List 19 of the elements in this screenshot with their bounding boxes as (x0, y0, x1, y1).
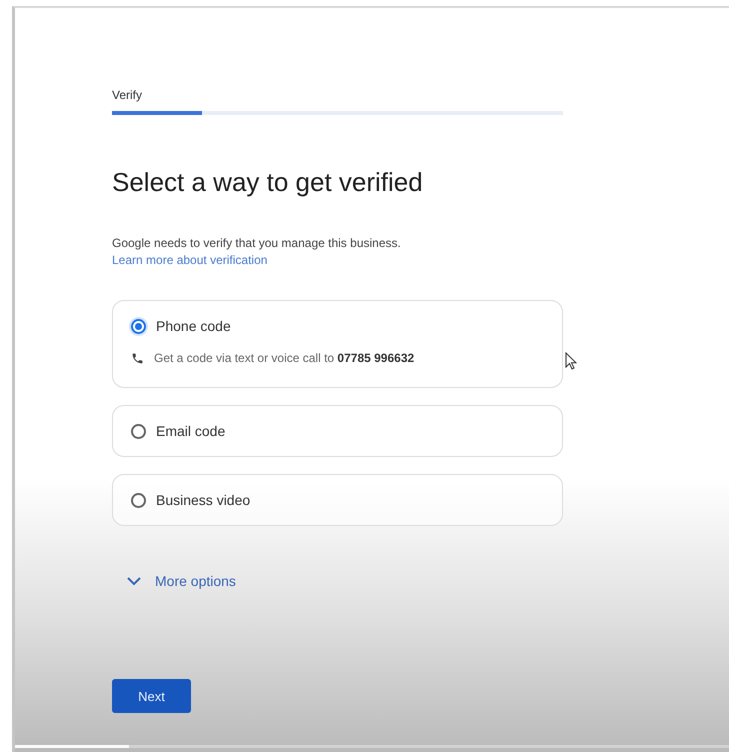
next-button[interactable]: Next (112, 679, 191, 713)
option-label: Email code (156, 423, 226, 439)
cursor-icon (565, 352, 577, 370)
radio-button[interactable] (131, 424, 146, 438)
option-label: Business video (156, 492, 250, 508)
option-detail: Get a code via text or voice call to 07785 996632 (154, 351, 414, 365)
phone-icon (131, 352, 144, 364)
radio-button[interactable] (131, 492, 146, 508)
chevron-down-icon (127, 576, 141, 586)
option-card[interactable]: Business video (112, 474, 563, 526)
option-card[interactable]: Email code (112, 405, 563, 457)
description-text: Google needs to verify that you manage this business. (112, 236, 402, 250)
step-label: Verify (112, 88, 144, 102)
option-label: Phone code (156, 318, 231, 334)
learn-more-link[interactable]: Learn more about verification (112, 253, 563, 267)
radio-button[interactable] (131, 318, 146, 334)
more-options-button[interactable]: More options (127, 573, 563, 589)
page-title: Select a way to get verified (112, 167, 424, 198)
option-card[interactable]: Phone code Get a code via text or voice call to 07785 996632 (112, 300, 563, 388)
